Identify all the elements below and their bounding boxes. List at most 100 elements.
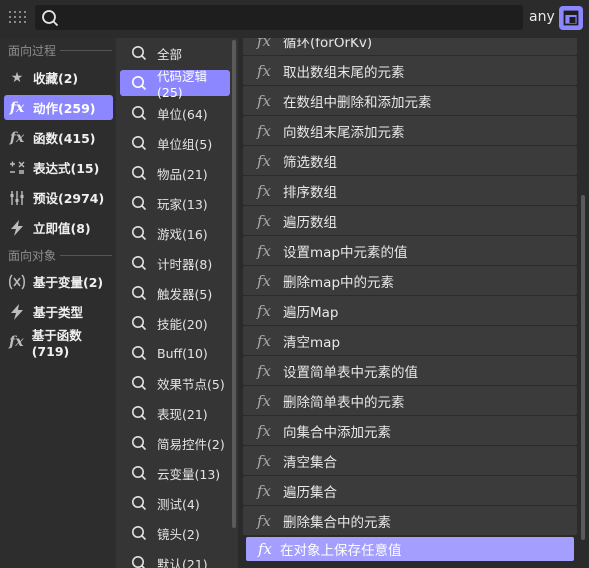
drag-handle-icon[interactable] [9,11,27,25]
action-row[interactable]: fx 设置简单表中元素的值 [243,356,577,385]
action-row[interactable]: fx 在对象上保存任意值 [246,537,574,561]
action-label: 清空集合 [283,454,338,471]
category-item[interactable]: 测试(4) [120,490,230,516]
action-row[interactable]: fx 在数组中删除和添加元素 [243,86,577,115]
search-icon [131,465,147,481]
fx-icon: fx [257,121,272,140]
action-label: 删除简单表中的元素 [283,394,405,411]
action-row[interactable]: fx 排序数组 [243,176,577,205]
action-label: 遍历数组 [283,214,338,231]
category-item[interactable]: 游戏(16) [120,220,230,246]
search-icon [42,10,59,27]
sidebar-item-functions[interactable]: fx 函数(415) [4,125,113,150]
action-row[interactable]: fx 向数组末尾添加元素 [243,116,577,145]
category-item[interactable]: Buff(10) [120,340,230,366]
search-icon [131,165,147,181]
category-item[interactable]: 简易控件(2) [120,430,230,456]
fx-icon: fx [257,391,272,410]
category-item[interactable]: 云变量(13) [120,460,230,486]
action-label: 设置简单表中元素的值 [283,364,419,381]
category-item[interactable]: 代码逻辑(25) [120,69,230,100]
category-label: 测试(4) [157,496,200,512]
category-item[interactable]: 全部 [120,40,230,66]
category-label: 代码逻辑(25) [157,69,208,100]
action-row[interactable]: fx 取出数组末尾的元素 [243,56,577,85]
action-row[interactable]: fx 删除集合中的元素 [243,506,577,535]
panel-toggle-button[interactable] [559,6,583,30]
category-item[interactable]: 单位组(5) [120,130,230,156]
sidebar-item-presets[interactable]: 预设(2974) [4,185,113,210]
fx-icon: fx [9,129,25,146]
action-label: 循环(forOrKv) [283,38,373,51]
fx-icon: fx [257,511,272,530]
sliders-icon [8,189,26,207]
action-row[interactable]: fx 遍历集合 [243,476,577,505]
category-item[interactable]: 触发器(5) [120,280,230,306]
search-icon [131,405,147,421]
sidebar-item-by-type[interactable]: 基于类型 [4,299,113,324]
search-icon [131,225,147,241]
category-item[interactable]: 表现(21) [120,400,230,426]
category-label: 玩家(13) [157,196,208,212]
sidebar-item-label: 函数(415) [33,131,96,146]
category-label: 全部 [157,46,183,62]
action-row[interactable]: fx 遍历Map [243,296,577,325]
action-scrollbar[interactable] [581,195,585,540]
search-icon [131,525,147,541]
action-row[interactable]: fx 删除map中的元素 [243,266,577,295]
category-item[interactable]: 单位(64) [120,100,230,126]
category-item[interactable]: 物品(21) [120,160,230,186]
search-icon [131,315,147,331]
fx-icon: fx [257,241,272,260]
category-scrollbar[interactable] [232,40,236,528]
sidebar-item-label: 动作(259) [33,101,96,116]
action-label: 删除map中的元素 [283,274,395,291]
category-item[interactable]: 技能(20) [120,310,230,336]
category-label: 效果节点(5) [157,376,225,392]
action-label: 在数组中删除和添加元素 [283,94,432,111]
search-icon [131,75,147,91]
category-label: 简易控件(2) [157,436,225,452]
fx-icon: fx [257,481,272,500]
action-label: 排序数组 [283,184,338,201]
sidebar-item-actions[interactable]: fx 动作(259) [4,95,113,120]
fx-icon: fx [257,61,272,80]
category-list: 全部代码逻辑(25) 单位(64) 单位组(5) 物品(21) 玩家(13) 游戏(16)… [116,38,238,568]
window-icon [563,10,579,26]
action-row[interactable]: fx 筛选数组 [243,146,577,175]
action-row[interactable]: fx 遍历数组 [243,206,577,235]
action-row[interactable]: fx 清空集合 [243,446,577,475]
action-label: 删除集合中的元素 [283,514,392,531]
lightning-icon [8,219,26,237]
expression-icon [8,159,26,177]
category-label: 镜头(2) [157,526,200,542]
category-item[interactable]: 计时器(8) [120,250,230,276]
search-icon [131,435,147,451]
action-row[interactable]: fx 向集合中添加元素 [243,416,577,445]
sidebar-item-expressions[interactable]: 表达式(15) [4,155,113,180]
sidebar-item-label: 收藏(2) [33,71,79,86]
section-header-procedural: 面向过程 [8,44,57,58]
action-label: 向数组末尾添加元素 [283,124,405,141]
sidebar-item-by-function[interactable]: fx 基于函数(719) [4,328,113,359]
action-label: 遍历集合 [283,484,338,501]
category-item[interactable]: 效果节点(5) [120,370,230,396]
search-input[interactable] [35,5,523,30]
sidebar-item-by-variable[interactable]: 基于变量(2) [4,269,113,294]
fx-icon: fx [257,38,272,50]
search-icon [131,135,147,151]
category-label: Buff(10) [157,345,208,361]
category-item[interactable]: 镜头(2) [120,520,230,546]
fx-icon: fx [257,421,272,440]
divider [60,255,112,256]
action-row[interactable]: fx 循环(forOrKv) [243,38,577,55]
category-item[interactable]: 玩家(13) [120,190,230,216]
category-item[interactable]: 默认(21) [120,550,230,568]
sidebar-item-favorites[interactable]: ★ 收藏(2) [4,65,113,90]
section-header-object: 面向对象 [8,249,57,263]
action-label: 遍历Map [283,304,339,321]
action-row[interactable]: fx 清空map [243,326,577,355]
sidebar-item-immediate-values[interactable]: 立即值(8) [4,215,113,240]
action-row[interactable]: fx 删除简单表中的元素 [243,386,577,415]
action-row[interactable]: fx 设置map中元素的值 [243,236,577,265]
